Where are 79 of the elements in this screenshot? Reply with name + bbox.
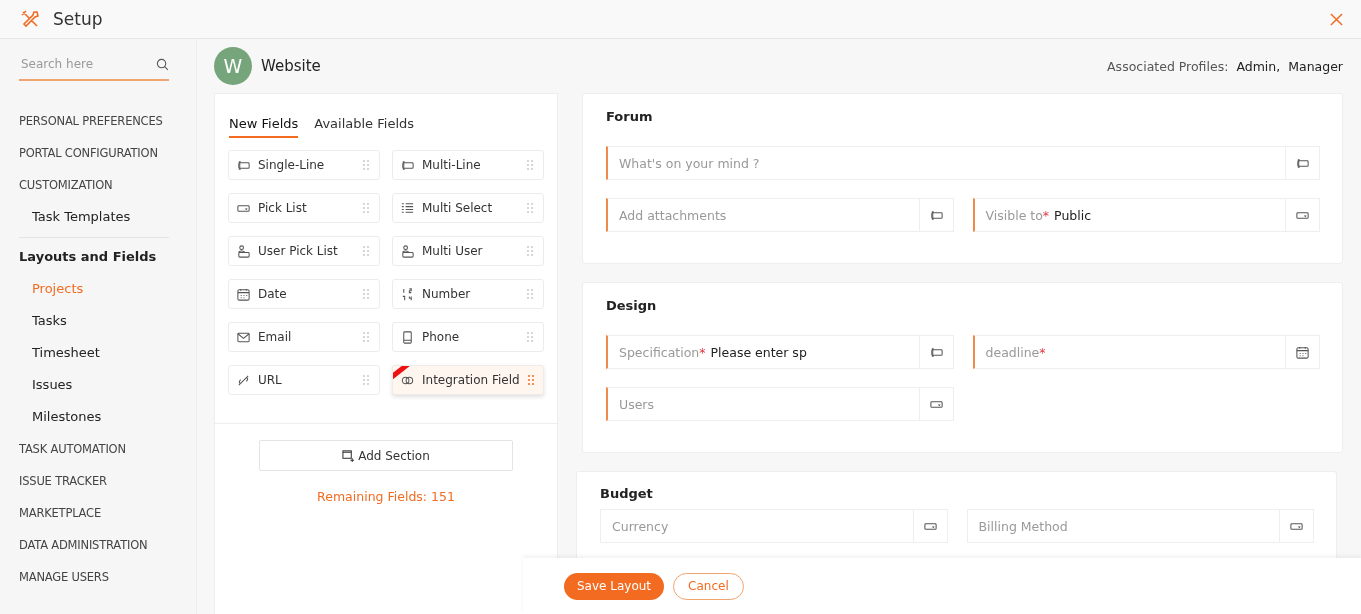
sidebar-category[interactable]: CUSTOMIZATION <box>19 169 196 201</box>
remaining-fields-count: Remaining Fields: 151 <box>317 489 455 504</box>
field-type-item[interactable]: Multi User <box>392 236 544 266</box>
window-title: Setup <box>53 9 103 29</box>
sidebar-category[interactable]: MANAGE USERS <box>19 561 196 593</box>
field-type-item[interactable]: User Pick List <box>228 236 380 266</box>
field-label: What's on your mind ? <box>619 155 760 171</box>
field-label: deadline <box>985 344 1040 360</box>
required-mark: * <box>1039 344 1046 360</box>
drag-handle-icon[interactable] <box>526 331 534 343</box>
calendar-icon <box>1295 344 1310 360</box>
profile-name: Admin, <box>1236 58 1281 74</box>
field-type-item[interactable]: Phone <box>392 322 544 352</box>
user-icon <box>236 243 251 259</box>
profile-name: Manager <box>1288 58 1343 74</box>
sidebar-item[interactable]: Issues <box>19 369 196 401</box>
sidebar-category[interactable]: PORTAL CONFIGURATION <box>19 137 196 169</box>
sidebar-category[interactable]: PERSONAL PREFERENCES <box>19 105 196 137</box>
field-label: Visible to <box>985 207 1043 223</box>
required-mark: * <box>1042 207 1050 223</box>
form-field[interactable]: deadline* <box>972 335 1320 369</box>
field-label: Specification <box>619 344 700 360</box>
user-icon <box>400 243 415 259</box>
section-title: Forum <box>606 109 654 124</box>
field-type-item[interactable]: Pick List <box>228 193 380 223</box>
tools-icon <box>20 9 40 29</box>
field-value: Public <box>1054 207 1092 223</box>
field-value: Please enter sp <box>710 344 807 360</box>
form-field[interactable]: Visible to* Public <box>972 198 1320 232</box>
drag-handle-icon[interactable] <box>362 331 370 343</box>
drag-handle-icon[interactable] <box>362 159 370 171</box>
sidebar-item[interactable]: Task Templates <box>19 201 196 233</box>
drag-handle-icon[interactable] <box>526 245 534 257</box>
drag-handle-icon[interactable] <box>526 202 534 214</box>
drag-handle-icon[interactable] <box>362 374 370 386</box>
sidebar-item[interactable]: Tasks <box>19 305 196 337</box>
drag-handle-icon[interactable] <box>526 288 534 300</box>
field-type-item[interactable]: Single-Line <box>228 150 380 180</box>
drag-handle-icon[interactable] <box>526 159 534 171</box>
profiles-label: Associated Profiles: <box>1107 58 1229 74</box>
avatar: W <box>214 47 252 85</box>
section-title: Design <box>606 298 658 313</box>
field-type-item[interactable]: Date <box>228 279 380 309</box>
number-grid-icon <box>400 286 415 302</box>
section-add-icon <box>342 449 356 462</box>
field-type-item[interactable]: Multi-Line <box>392 150 544 180</box>
field-type-item[interactable]: Email <box>228 322 380 352</box>
required-mark: * <box>699 344 706 360</box>
sidebar-item[interactable]: Timesheet <box>19 337 196 369</box>
field-type-item[interactable]: Number <box>392 279 544 309</box>
field-label: Users <box>619 396 654 412</box>
drag-handle-icon[interactable] <box>362 202 370 214</box>
tab[interactable]: New Fields <box>229 116 299 138</box>
field-type-item[interactable]: Multi Select <box>392 193 544 223</box>
close-icon[interactable] <box>1330 12 1343 26</box>
sidebar-heading[interactable]: Layouts and Fields <box>19 241 196 273</box>
field-label: Add attachments <box>619 207 727 223</box>
layout-name: Website <box>261 57 321 75</box>
sidebar-item[interactable]: Milestones <box>19 401 196 433</box>
field-type-item[interactable]: URL <box>228 365 380 395</box>
tab[interactable]: Available Fields <box>314 116 415 138</box>
phone-icon <box>400 329 415 345</box>
sidebar-category[interactable]: MARKETPLACE <box>19 497 196 529</box>
list-icon <box>400 200 415 216</box>
calendar-icon <box>236 286 251 302</box>
search-field[interactable]: Search here <box>19 56 156 72</box>
search-icon[interactable] <box>156 57 169 71</box>
sidebar-category[interactable]: ISSUE TRACKER <box>19 465 196 497</box>
section-title: Budget <box>600 486 654 501</box>
form-field[interactable]: Specification* Please enter sp <box>606 335 954 369</box>
sidebar-category[interactable]: TASK AUTOMATION <box>19 433 196 465</box>
add-section-button[interactable]: Add Section <box>259 440 513 471</box>
drag-handle-icon[interactable] <box>362 288 370 300</box>
drag-handle-icon[interactable] <box>362 245 370 257</box>
sidebar-category[interactable]: DATA ADMINISTRATION <box>19 529 196 561</box>
field-label: Billing Method <box>978 518 1068 534</box>
field-type-item[interactable]: Integration Field <box>392 365 544 395</box>
field-label: Currency <box>612 518 669 534</box>
drag-handle-icon[interactable] <box>526 374 535 386</box>
